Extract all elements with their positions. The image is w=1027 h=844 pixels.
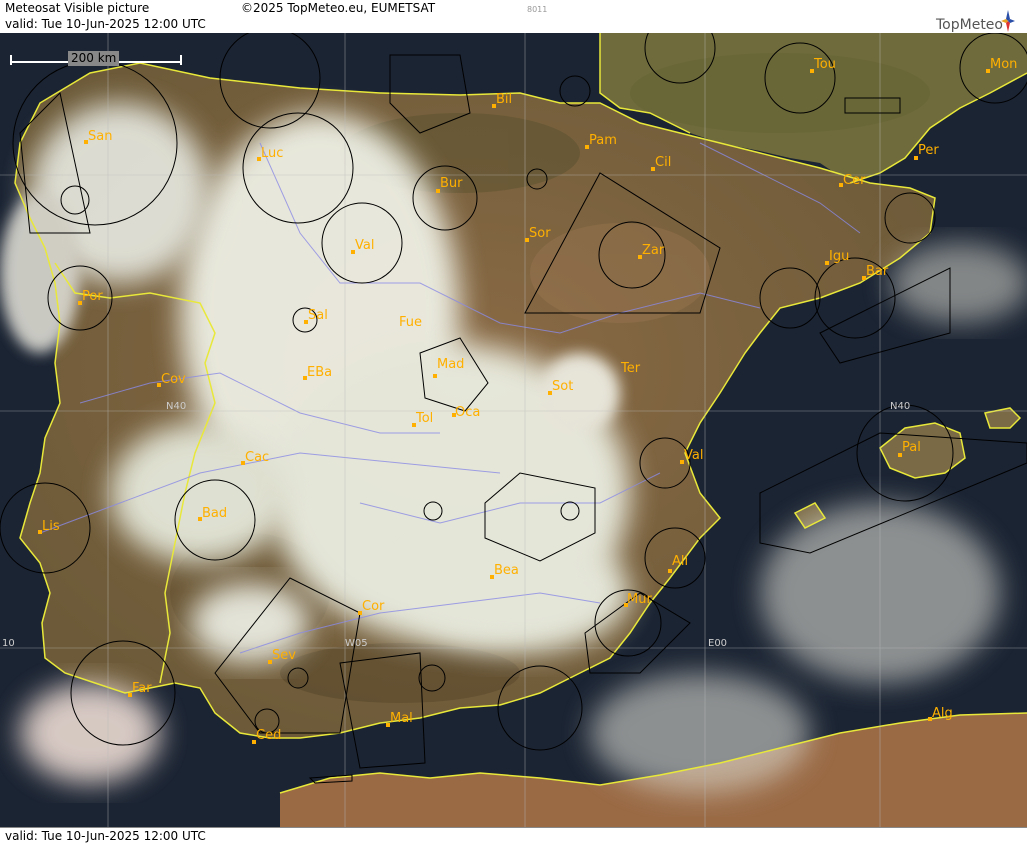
city-bar[interactable]: Bar <box>862 264 889 280</box>
brand-name: TopMeteo <box>936 17 1003 33</box>
satellite-map-canvas: N40 N40 W05 E00 10 San Luc Bil Pam Tou M… <box>0 33 1027 827</box>
scale-tick-right <box>180 55 182 65</box>
city-sev[interactable]: Sev <box>268 648 296 664</box>
city-label-san: San <box>88 129 112 144</box>
city-label-pam: Pam <box>589 133 617 148</box>
city-label-cor: Cor <box>362 599 385 614</box>
city-sot[interactable]: Sot <box>548 379 573 395</box>
scale-tick-left <box>10 55 12 65</box>
city-cil[interactable]: Cil <box>651 155 671 171</box>
city-label-per: Per <box>918 143 939 158</box>
city-label-sal: Sal <box>308 308 328 323</box>
city-label-mur: Mur <box>627 592 652 607</box>
city-label-tou: Tou <box>813 57 836 72</box>
city-label-sev: Sev <box>272 648 296 663</box>
city-label-oca: Oca <box>455 405 480 420</box>
city-label-zar: Zar <box>642 243 665 258</box>
city-bea[interactable]: Bea <box>490 563 519 579</box>
city-mur[interactable]: Mur <box>624 592 652 607</box>
city-label-pal: Pal <box>902 440 921 455</box>
brand-logo[interactable]: TopMeteo <box>915 4 1015 33</box>
grid-label-e00: E00 <box>708 638 727 649</box>
city-far[interactable]: Far <box>128 681 152 697</box>
city-label-cil: Cil <box>655 155 671 170</box>
city-label-val2: Val <box>684 448 703 463</box>
city-sal[interactable]: Sal <box>304 308 328 324</box>
grid-label-n40-east: N40 <box>890 401 910 412</box>
city-label-bea: Bea <box>494 563 519 578</box>
city-label-mal: Mal <box>390 711 413 726</box>
footer-valid-time: valid: Tue 10-Jun-2025 12:00 UTC <box>5 829 206 843</box>
city-fue: Fue <box>399 315 422 330</box>
city-label-igu: Igu <box>829 249 849 264</box>
city-label-cer: Cer <box>843 173 866 188</box>
city-label-sot: Sot <box>552 379 573 394</box>
copyright: ©2025 TopMeteo.eu, EUMETSAT <box>241 1 436 15</box>
city-label-fue: Fue <box>399 315 422 330</box>
city-bad[interactable]: Bad <box>198 506 227 521</box>
city-label-luc: Luc <box>261 146 283 161</box>
city-label-mon: Mon <box>990 57 1017 72</box>
city-label-por: Por <box>82 289 103 304</box>
city-mal[interactable]: Mal <box>386 711 413 727</box>
city-label-ced: Ced <box>256 728 281 743</box>
city-label-mad: Mad <box>437 357 464 372</box>
city-eba[interactable]: EBa <box>303 365 332 380</box>
city-val2[interactable]: Val <box>680 448 703 464</box>
city-luc[interactable]: Luc <box>257 146 283 161</box>
city-label-cac: Cac <box>245 450 269 465</box>
city-pam[interactable]: Pam <box>585 133 617 149</box>
city-val1[interactable]: Val <box>351 238 374 254</box>
city-label-alg: Alg <box>932 706 953 721</box>
city-label-ali: Ali <box>672 554 688 569</box>
city-tol[interactable]: Tol <box>412 411 433 427</box>
city-pal[interactable]: Pal <box>898 440 921 457</box>
map-header: Meteosat Visible picture valid: Tue 10-J… <box>0 0 1027 34</box>
city-label-lis: Lis <box>42 519 60 534</box>
city-label-sor: Sor <box>529 226 551 241</box>
satellite-map[interactable]: N40 N40 W05 E00 10 San Luc Bil Pam Tou M… <box>0 33 1027 827</box>
city-alg[interactable]: Alg <box>928 706 953 721</box>
city-label-ter: Ter <box>620 361 641 376</box>
city-ter: Ter <box>620 361 641 376</box>
city-tou[interactable]: Tou <box>810 57 836 73</box>
city-oca[interactable]: Oca <box>452 405 480 420</box>
city-label-cov: Cov <box>161 372 186 387</box>
scale-bar: 200 km <box>8 51 182 71</box>
city-bur[interactable]: Bur <box>436 176 463 193</box>
city-label-bil: Bil <box>496 92 512 107</box>
compass-icon <box>1001 10 1015 32</box>
city-bil[interactable]: Bil <box>492 92 512 108</box>
city-san[interactable]: San <box>84 129 112 144</box>
scale-label: 200 km <box>68 51 120 66</box>
grid-label-w10: 10 <box>2 638 15 649</box>
city-igu[interactable]: Igu <box>825 249 849 265</box>
product-title: Meteosat Visible picture <box>5 1 150 15</box>
city-sor[interactable]: Sor <box>525 226 551 242</box>
city-label-bur: Bur <box>440 176 463 191</box>
image-code: 8011 <box>527 5 548 14</box>
city-lis[interactable]: Lis <box>38 519 60 534</box>
city-label-bar: Bar <box>866 264 889 279</box>
city-label-eba: EBa <box>307 365 332 380</box>
grid-label-n40-west: N40 <box>166 401 186 412</box>
city-cer[interactable]: Cer <box>839 173 866 188</box>
city-label-tol: Tol <box>415 411 433 426</box>
city-per[interactable]: Per <box>914 143 939 160</box>
city-label-far: Far <box>132 681 152 696</box>
valid-time: valid: Tue 10-Jun-2025 12:00 UTC <box>5 17 206 31</box>
city-label-bad: Bad <box>202 506 227 521</box>
city-mon[interactable]: Mon <box>986 57 1017 73</box>
city-por[interactable]: Por <box>78 289 103 305</box>
grid-label-w05: W05 <box>345 638 368 649</box>
city-cov[interactable]: Cov <box>157 372 186 387</box>
city-cor[interactable]: Cor <box>358 599 385 615</box>
city-cac[interactable]: Cac <box>241 450 269 465</box>
city-ced[interactable]: Ced <box>252 728 281 744</box>
city-label-val1: Val <box>355 238 374 253</box>
city-zar[interactable]: Zar <box>638 243 665 259</box>
map-footer: valid: Tue 10-Jun-2025 12:00 UTC <box>0 827 1027 844</box>
